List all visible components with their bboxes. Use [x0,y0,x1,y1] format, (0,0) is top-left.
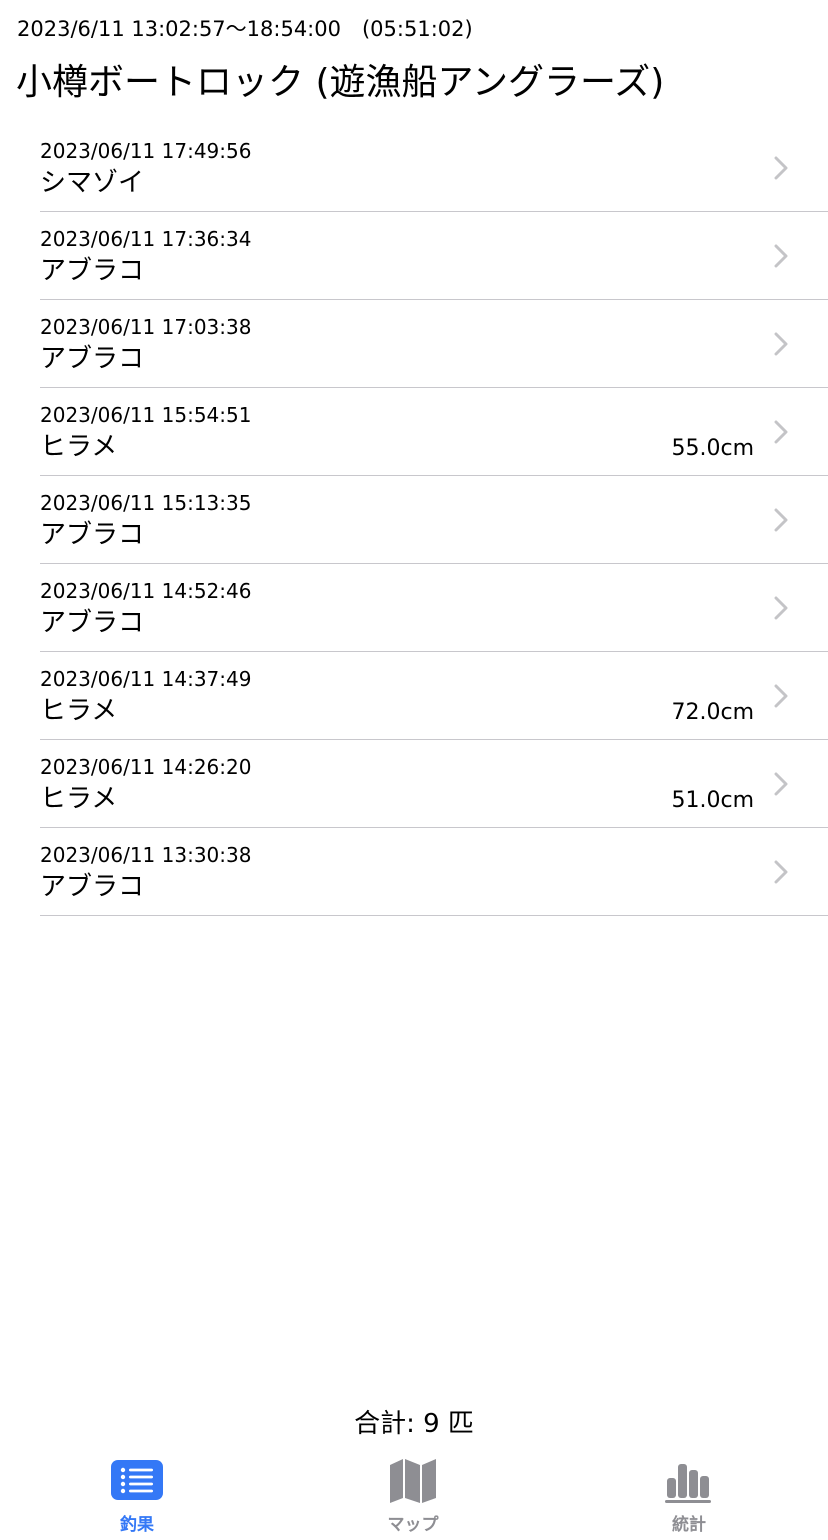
catch-datetime: 2023/06/11 17:49:56 [40,139,252,163]
chevron-right-icon [774,772,788,796]
catch-row[interactable]: 2023/06/11 15:13:35 アブラコ [40,476,828,564]
catch-results-screen: 2023/6/11 13:02:57〜18:54:00 (05:51:02) 小… [0,0,828,1540]
catch-row[interactable]: 2023/06/11 17:49:56 シマゾイ [40,124,828,212]
catch-species: アブラコ [40,520,145,550]
tab-map[interactable]: マップ [353,1452,473,1540]
tab-catches-label: 釣果 [120,1515,154,1535]
chevron-right-icon [774,244,788,268]
catch-list: 2023/06/11 17:49:56 シマゾイ 2023/06/11 17:36:… [40,124,828,916]
catch-datetime: 2023/06/11 13:30:38 [40,843,252,867]
tab-map-label: マップ [387,1515,439,1535]
catch-row[interactable]: 2023/06/11 13:30:38 アブラコ [40,828,828,916]
catch-datetime: 2023/06/11 15:54:51 [40,403,252,427]
catch-species: シマゾイ [40,168,145,198]
chevron-right-icon [774,596,788,620]
catch-species: アブラコ [40,344,145,374]
map-icon [390,1459,436,1503]
catch-species: ヒラメ [40,696,118,726]
catch-datetime: 2023/06/11 14:52:46 [40,579,252,603]
tab-bar: 釣果 マップ 統計 [0,1452,828,1540]
catch-species: アブラコ [40,872,145,902]
catch-row[interactable]: 2023/06/11 14:37:49 ヒラメ 72.0cm [40,652,828,740]
chevron-right-icon [774,508,788,532]
catch-size: 72.0cm [671,700,754,725]
catch-species: ヒラメ [40,432,118,462]
catch-row[interactable]: 2023/06/11 17:36:34 アブラコ [40,212,828,300]
catch-datetime: 2023/06/11 17:03:38 [40,315,252,339]
chevron-right-icon [774,860,788,884]
catch-row[interactable]: 2023/06/11 14:26:20 ヒラメ 51.0cm [40,740,828,828]
session-time-range: 2023/6/11 13:02:57〜18:54:00 (05:51:02) [17,17,473,41]
tab-catches[interactable]: 釣果 [77,1452,197,1540]
list-icon [111,1460,163,1500]
catch-row[interactable]: 2023/06/11 17:03:38 アブラコ [40,300,828,388]
catch-size: 51.0cm [671,788,754,813]
catch-size: 55.0cm [671,436,754,461]
chevron-right-icon [774,684,788,708]
catch-datetime: 2023/06/11 15:13:35 [40,491,252,515]
page-title: 小樽ボートロック (遊漁船アングラーズ) [16,62,665,103]
catch-datetime: 2023/06/11 14:37:49 [40,667,252,691]
catch-row[interactable]: 2023/06/11 14:52:46 アブラコ [40,564,828,652]
catch-datetime: 2023/06/11 14:26:20 [40,755,252,779]
catch-species: アブラコ [40,608,145,638]
tab-stats[interactable]: 統計 [629,1452,749,1540]
bar-chart-icon [665,1464,711,1503]
catch-species: アブラコ [40,256,145,286]
total-count: 合計: 9 匹 [354,1409,474,1439]
chevron-right-icon [774,156,788,180]
chevron-right-icon [774,420,788,444]
catch-species: ヒラメ [40,784,118,814]
chevron-right-icon [774,332,788,356]
catch-datetime: 2023/06/11 17:36:34 [40,227,252,251]
catch-row[interactable]: 2023/06/11 15:54:51 ヒラメ 55.0cm [40,388,828,476]
tab-stats-label: 統計 [672,1515,706,1535]
